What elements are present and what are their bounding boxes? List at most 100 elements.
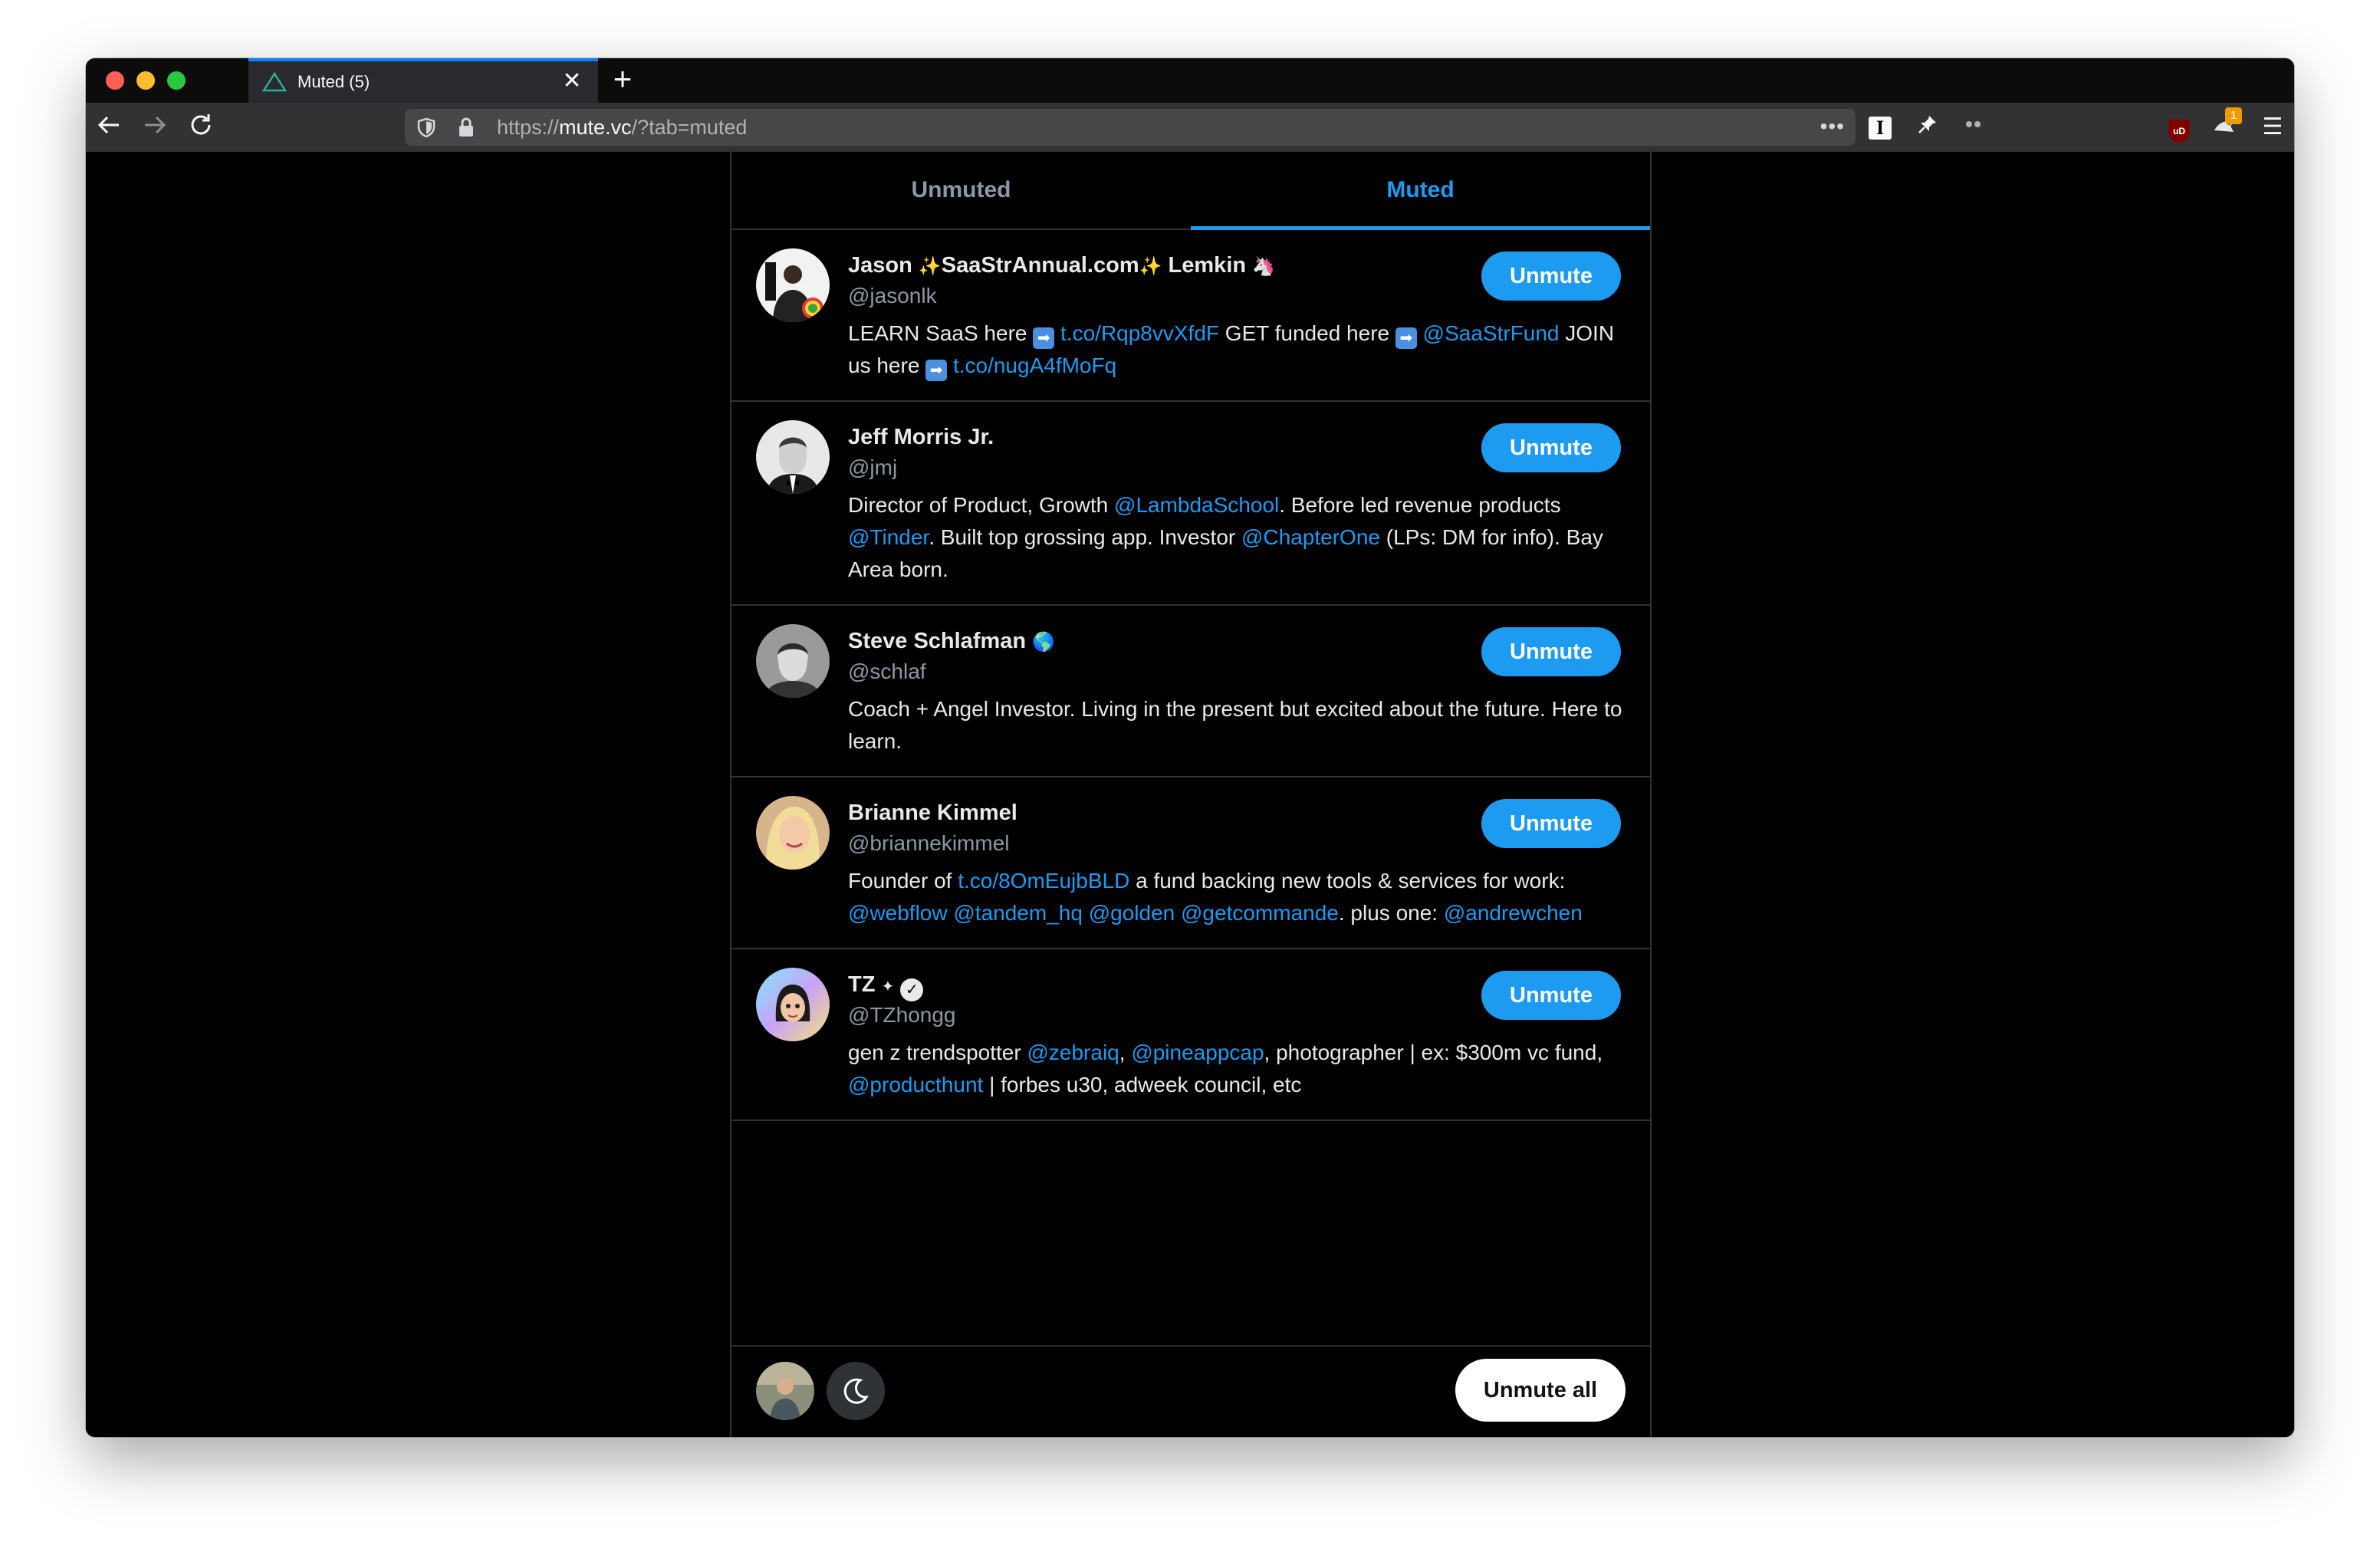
sparkles-icon: ✨: [1139, 256, 1162, 277]
tab-title: Muted (5): [298, 72, 370, 91]
maximize-window-button[interactable]: [167, 71, 186, 90]
bio-mention[interactable]: @producthunt: [848, 1073, 983, 1097]
name-text: [894, 972, 900, 997]
user-bio: Founder of t.co/8OmEujbBLD a fund backin…: [848, 865, 1622, 929]
unmute-all-button[interactable]: Unmute all: [1455, 1359, 1626, 1422]
new-tab-button[interactable]: +: [606, 63, 639, 97]
bio-text: gen z trendspotter: [848, 1041, 1027, 1064]
tab-muted[interactable]: Muted: [1191, 152, 1650, 230]
muted-user-row: TZ ✦ ✓ @TZhongg gen z trendspotter @zebr…: [731, 949, 1650, 1121]
lock-icon[interactable]: [455, 117, 477, 138]
browser-toolbar: https://mute.vc/?tab=muted ••• I uD 1 ☰: [86, 103, 2294, 152]
bio-text: [1417, 321, 1423, 345]
extension-badge-count: 1: [2225, 107, 2242, 124]
avatar[interactable]: [756, 248, 830, 322]
close-tab-icon[interactable]: ✕: [558, 67, 586, 95]
back-button[interactable]: [94, 112, 124, 143]
unmute-button[interactable]: Unmute: [1481, 252, 1621, 301]
avatar[interactable]: [756, 624, 830, 698]
tab-unmuted[interactable]: Unmuted: [731, 152, 1191, 229]
bio-link[interactable]: t.co/8OmEujbBLD: [958, 869, 1129, 893]
bio-text: . plus one:: [1338, 901, 1444, 925]
mute-panel: Unmuted Muted Jason ✨SaaStrAnnual.com✨ L…: [730, 152, 1652, 1437]
bio-mention[interactable]: @webflow: [848, 901, 948, 925]
avatar-jason-image: [756, 248, 830, 322]
reader-icon: I: [1869, 117, 1892, 140]
muted-user-row: Steve Schlafman 🌎 @schlaf Coach + Angel …: [731, 606, 1650, 778]
bio-mention[interactable]: @andrewchen: [1444, 901, 1583, 925]
bio-mention[interactable]: @tandem_hq: [953, 901, 1083, 925]
bio-link[interactable]: t.co/Rqp8vvXfdF: [1060, 321, 1219, 345]
current-user-avatar[interactable]: [756, 1362, 814, 1420]
muted-user-row: Brianne Kimmel @briannekimmel Founder of…: [731, 778, 1650, 949]
user-handle: @TZhongg: [848, 1003, 956, 1027]
bio-text: | forbes u30, adweek council, etc: [983, 1073, 1302, 1097]
browser-tab-muted[interactable]: Muted (5) ✕: [248, 58, 598, 103]
notification-extension-button[interactable]: 1: [2211, 107, 2242, 141]
verified-badge-icon: ✓: [900, 978, 924, 1001]
theme-toggle-button[interactable]: [827, 1362, 885, 1420]
page-content: Unmuted Muted Jason ✨SaaStrAnnual.com✨ L…: [86, 152, 2294, 1437]
password-manager-button[interactable]: [1960, 113, 1987, 141]
name-text: SaaStrAnnual.com: [941, 253, 1139, 278]
user-bio: Coach + Angel Investor. Living in the pr…: [848, 693, 1622, 758]
tab-strip: Muted (5) ✕ +: [86, 58, 2294, 103]
close-window-button[interactable]: [106, 71, 124, 90]
avatar-jeff-image: [756, 420, 830, 494]
panel-footer: Unmute all: [731, 1345, 1650, 1437]
avatar[interactable]: [756, 796, 830, 870]
ublock-shield-icon: uD: [2168, 120, 2190, 143]
hamburger-menu-icon[interactable]: ☰: [2259, 113, 2286, 141]
reload-button[interactable]: [186, 112, 216, 143]
bio-text: a fund backing new tools & services for …: [1129, 869, 1566, 893]
bio-text: Coach + Angel Investor. Living in the pr…: [848, 697, 1622, 753]
bio-mention[interactable]: @getcommande: [1181, 901, 1339, 925]
bio-mention[interactable]: @pineappcap: [1131, 1041, 1264, 1064]
arrow-left-icon: [97, 116, 119, 134]
bio-mention[interactable]: @Tinder: [848, 525, 929, 549]
arrow-right-icon: [145, 116, 166, 134]
reload-icon: [191, 114, 211, 135]
user-display-name: Steve Schlafman 🌎: [848, 627, 1055, 656]
bio-mention[interactable]: @ChapterOne: [1241, 525, 1380, 549]
bio-text: Founder of: [848, 869, 958, 893]
triangle-favicon-icon: [262, 72, 287, 92]
tracking-shield-icon[interactable]: [416, 117, 437, 138]
globe-icon: 🌎: [1032, 632, 1056, 653]
bio-text: . Built top grossing app. Investor: [929, 525, 1241, 549]
user-handle: @jmj: [848, 455, 898, 479]
url-path: /?tab=muted: [631, 116, 748, 139]
minimize-window-button[interactable]: [136, 71, 155, 90]
unmute-button[interactable]: Unmute: [1481, 627, 1621, 676]
bio-text: GET funded here: [1219, 321, 1395, 345]
key-icon: [1966, 121, 1981, 127]
avatar[interactable]: [756, 420, 830, 494]
bio-link[interactable]: t.co/nugA4fMoFq: [953, 353, 1116, 377]
page-actions-icon[interactable]: •••: [1820, 113, 1845, 140]
browser-window: Muted (5) ✕ + https://mute.vc/?tab=muted…: [86, 58, 2294, 1437]
unicorn-icon: 🦄: [1252, 256, 1276, 277]
address-bar[interactable]: https://mute.vc/?tab=muted •••: [405, 109, 1856, 146]
readability-extension-button[interactable]: I: [1866, 113, 1894, 141]
unmute-button[interactable]: Unmute: [1481, 971, 1621, 1020]
user-display-name: Jeff Morris Jr.: [848, 425, 994, 449]
bio-mention[interactable]: @SaaStrFund: [1423, 321, 1560, 345]
avatar-brianne-image: [756, 796, 830, 870]
bio-mention[interactable]: @golden: [1089, 901, 1175, 925]
arrow-right-icon: ➡: [1033, 327, 1055, 349]
moon-icon: [843, 1378, 869, 1404]
ublock-extension-button[interactable]: uD: [2165, 113, 2193, 143]
bio-mention[interactable]: @zebraiq: [1027, 1041, 1119, 1064]
avatar-tz-image: [756, 968, 830, 1041]
user-display-name: Jason ✨SaaStrAnnual.com✨ Lemkin 🦄: [848, 252, 1275, 281]
pin-extension-button[interactable]: [1914, 113, 1941, 141]
bio-text: [1175, 901, 1181, 925]
unmute-button[interactable]: Unmute: [1481, 799, 1621, 848]
user-bio: Director of Product, Growth @LambdaSchoo…: [848, 489, 1622, 586]
avatar-steve-image: [756, 624, 830, 698]
unmute-button[interactable]: Unmute: [1481, 423, 1621, 472]
forward-button[interactable]: [140, 112, 170, 143]
bio-mention[interactable]: @LambdaSchool: [1114, 493, 1279, 517]
avatar[interactable]: [756, 968, 830, 1041]
url-text[interactable]: https://mute.vc/?tab=muted: [497, 115, 747, 140]
